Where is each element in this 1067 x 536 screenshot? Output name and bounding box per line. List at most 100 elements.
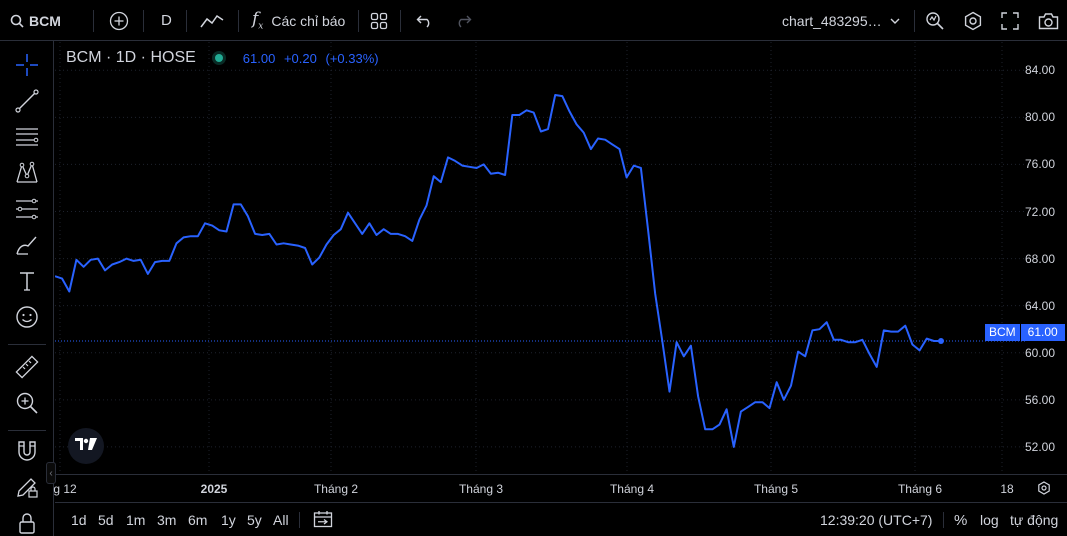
price-chart[interactable] <box>55 42 1027 474</box>
time-axis[interactable]: g 12 2025 Tháng 2 Tháng 3 Tháng 4 Tháng … <box>53 474 1067 502</box>
price-tick: 56.00 <box>1024 392 1055 407</box>
separator <box>299 512 300 528</box>
last-price-label: BCM 61.00 <box>985 324 1065 341</box>
price-axis[interactable]: 84.00 80.00 76.00 72.00 68.00 64.00 60.00 56.00… <box>1024 42 1067 474</box>
fib-lines-icon <box>14 124 40 155</box>
separator <box>238 10 239 32</box>
axis-settings-icon[interactable] <box>1037 481 1051 500</box>
magnet-tool[interactable] <box>12 438 42 468</box>
draw-lock-tool[interactable] <box>12 474 42 504</box>
projection-tool[interactable] <box>12 196 42 226</box>
time-tick: g 12 <box>53 482 77 496</box>
zoom-in-icon <box>14 390 40 421</box>
auto-scale-toggle[interactable]: tự động <box>1010 503 1058 536</box>
separator <box>8 430 46 431</box>
tradingview-logo[interactable] <box>68 428 104 464</box>
fullscreen-button[interactable] <box>1001 0 1019 41</box>
last-price-value: 61.00 <box>1020 324 1065 341</box>
time-tick: Tháng 6 <box>897 482 943 496</box>
zoom-in-tool[interactable] <box>12 390 42 420</box>
lock-icon <box>14 510 40 536</box>
forecast-icon <box>14 196 40 227</box>
indicators-button[interactable]: fx Các chỉ báo <box>252 0 345 41</box>
pencil-lock-icon <box>14 474 40 505</box>
drawing-toolbar <box>0 41 54 536</box>
separator <box>8 344 46 345</box>
emoji-tool[interactable] <box>12 304 42 334</box>
redo-icon <box>454 14 472 28</box>
range-1y-button[interactable]: 1y <box>221 503 236 536</box>
legend-values: 61.00 +0.20 (+0.33%) <box>243 51 384 66</box>
range-1d-button[interactable]: 1d <box>71 503 87 536</box>
chart-grid <box>55 42 1027 474</box>
undo-button[interactable] <box>416 0 434 41</box>
calendar-range-icon <box>313 510 333 531</box>
measure-tool[interactable] <box>12 354 42 384</box>
layout-menu-button[interactable]: chart_483295… <box>782 0 900 41</box>
interval-button[interactable]: D <box>161 0 172 41</box>
snapshot-button[interactable] <box>1038 0 1059 41</box>
legend-change: +0.20 <box>283 50 317 66</box>
range-5d-button[interactable]: 5d <box>98 503 114 536</box>
chart-legend: BCM · 1D · HOSE 61.00 +0.20 (+0.33%) <box>66 49 384 67</box>
legend-title: BCM · 1D · HOSE <box>66 49 196 66</box>
separator <box>400 10 401 32</box>
price-tick: 64.00 <box>1024 298 1055 313</box>
top-toolbar: BCM D fx Các chỉ báo chart_483295… <box>0 0 1067 41</box>
last-point-marker <box>938 337 944 344</box>
templates-button[interactable] <box>370 0 388 41</box>
price-tick: 84.00 <box>1024 63 1055 78</box>
price-tick: 60.00 <box>1024 345 1055 360</box>
fullscreen-icon <box>1001 11 1019 30</box>
brush-tool[interactable] <box>12 232 42 262</box>
grid-icon <box>370 12 388 30</box>
range-all-button[interactable]: All <box>273 503 289 536</box>
range-1m-button[interactable]: 1m <box>126 503 145 536</box>
price-tick: 76.00 <box>1024 157 1055 172</box>
time-tick: Tháng 4 <box>609 482 655 496</box>
undo-icon <box>416 14 434 28</box>
text-icon <box>14 268 40 299</box>
price-tick: 72.00 <box>1024 204 1055 219</box>
price-tick: 52.00 <box>1024 439 1055 454</box>
range-5y-button[interactable]: 5y <box>247 503 262 536</box>
symbol-label: BCM <box>29 12 61 29</box>
price-series <box>55 94 944 448</box>
legend-change-pct: (+0.33%) <box>325 50 379 66</box>
chevron-down-icon <box>890 18 900 24</box>
time-tick: Tháng 2 <box>313 482 359 496</box>
last-price-symbol: BCM <box>985 324 1020 341</box>
separator <box>143 10 144 32</box>
symbol-search-button[interactable]: BCM <box>10 0 61 41</box>
pattern-icon <box>14 160 40 191</box>
price-tick: 80.00 <box>1024 110 1055 125</box>
settings-button[interactable] <box>963 0 983 41</box>
smiley-icon <box>14 304 40 335</box>
series-line-bcm <box>55 94 941 448</box>
log-scale-toggle[interactable]: log <box>980 503 999 536</box>
range-6m-button[interactable]: 6m <box>188 503 207 536</box>
percent-scale-toggle[interactable]: % <box>954 503 967 536</box>
crosshair-tool[interactable] <box>12 52 42 82</box>
timezone-clock[interactable]: 12:39:20 (UTC+7) <box>820 503 932 536</box>
fib-retracement-tool[interactable] <box>12 124 42 154</box>
separator <box>358 10 359 32</box>
trend-line-tool[interactable] <box>12 88 42 118</box>
text-tool[interactable] <box>12 268 42 298</box>
ruler-icon <box>14 354 40 385</box>
trend-line-icon <box>14 88 40 119</box>
chart-type-button[interactable] <box>200 0 224 41</box>
quick-search-button[interactable] <box>925 0 945 41</box>
range-3m-button[interactable]: 3m <box>157 503 176 536</box>
goto-date-button[interactable] <box>313 503 333 536</box>
brush-icon <box>14 232 40 263</box>
redo-button[interactable] <box>454 0 472 41</box>
separator <box>93 10 94 32</box>
pattern-tool[interactable] <box>12 160 42 190</box>
function-icon: fx <box>252 9 264 32</box>
lock-drawings-tool[interactable] <box>12 510 42 536</box>
legend-price: 61.00 <box>242 50 276 66</box>
indicators-label: Các chỉ báo <box>271 12 346 29</box>
time-tick: Tháng 3 <box>458 482 504 496</box>
compare-button[interactable] <box>109 0 129 41</box>
